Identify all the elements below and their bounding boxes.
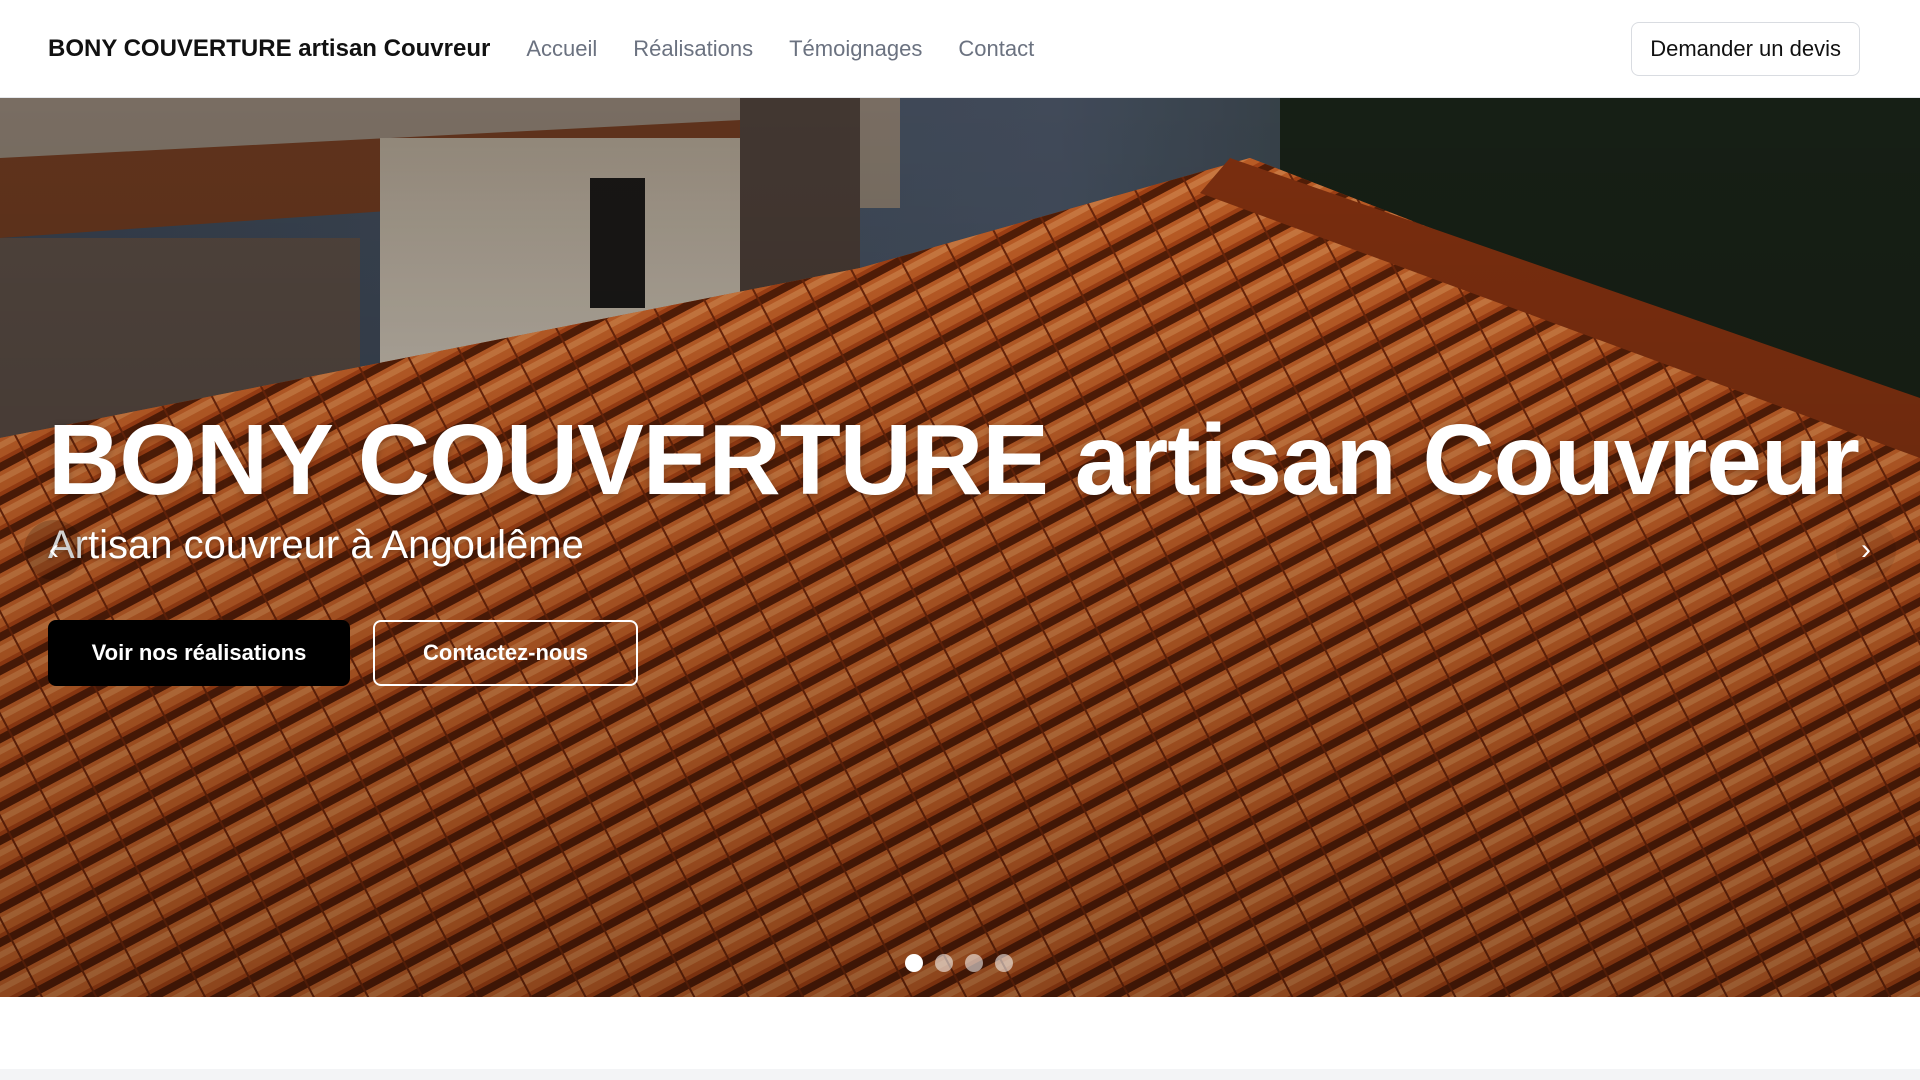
site-header: BONY COUVERTURE artisan Couvreur Accueil…	[0, 0, 1920, 98]
hero-carousel: BONY COUVERTURE artisan Couvreur Artisan…	[0, 98, 1920, 997]
nav-link-accueil[interactable]: Accueil	[526, 36, 597, 62]
carousel-dot-3[interactable]	[965, 954, 983, 972]
section-divider	[0, 1069, 1920, 1080]
carousel-dot-4[interactable]	[995, 954, 1013, 972]
carousel-next-button[interactable]: ›	[1836, 520, 1896, 580]
carousel-dot-2[interactable]	[935, 954, 953, 972]
nav-link-contact[interactable]: Contact	[958, 36, 1034, 62]
main-nav: Accueil Réalisations Témoignages Contact	[526, 36, 1070, 62]
hero-title: BONY COUVERTURE artisan Couvreur	[48, 404, 1860, 516]
contact-us-button[interactable]: Contactez-nous	[373, 620, 638, 686]
chevron-left-icon: ‹	[49, 533, 59, 566]
carousel-prev-button[interactable]: ‹	[24, 520, 84, 580]
carousel-indicators	[905, 954, 1013, 972]
request-quote-button[interactable]: Demander un devis	[1631, 21, 1860, 76]
chevron-right-icon: ›	[1861, 533, 1871, 566]
carousel-dot-1[interactable]	[905, 954, 923, 972]
brand-title[interactable]: BONY COUVERTURE artisan Couvreur	[48, 35, 490, 63]
hero-subtitle: Artisan couvreur à Angoulême	[48, 523, 584, 567]
view-projects-button[interactable]: Voir nos réalisations	[48, 620, 350, 686]
nav-link-realisations[interactable]: Réalisations	[633, 36, 753, 62]
nav-link-temoignages[interactable]: Témoignages	[789, 36, 922, 62]
